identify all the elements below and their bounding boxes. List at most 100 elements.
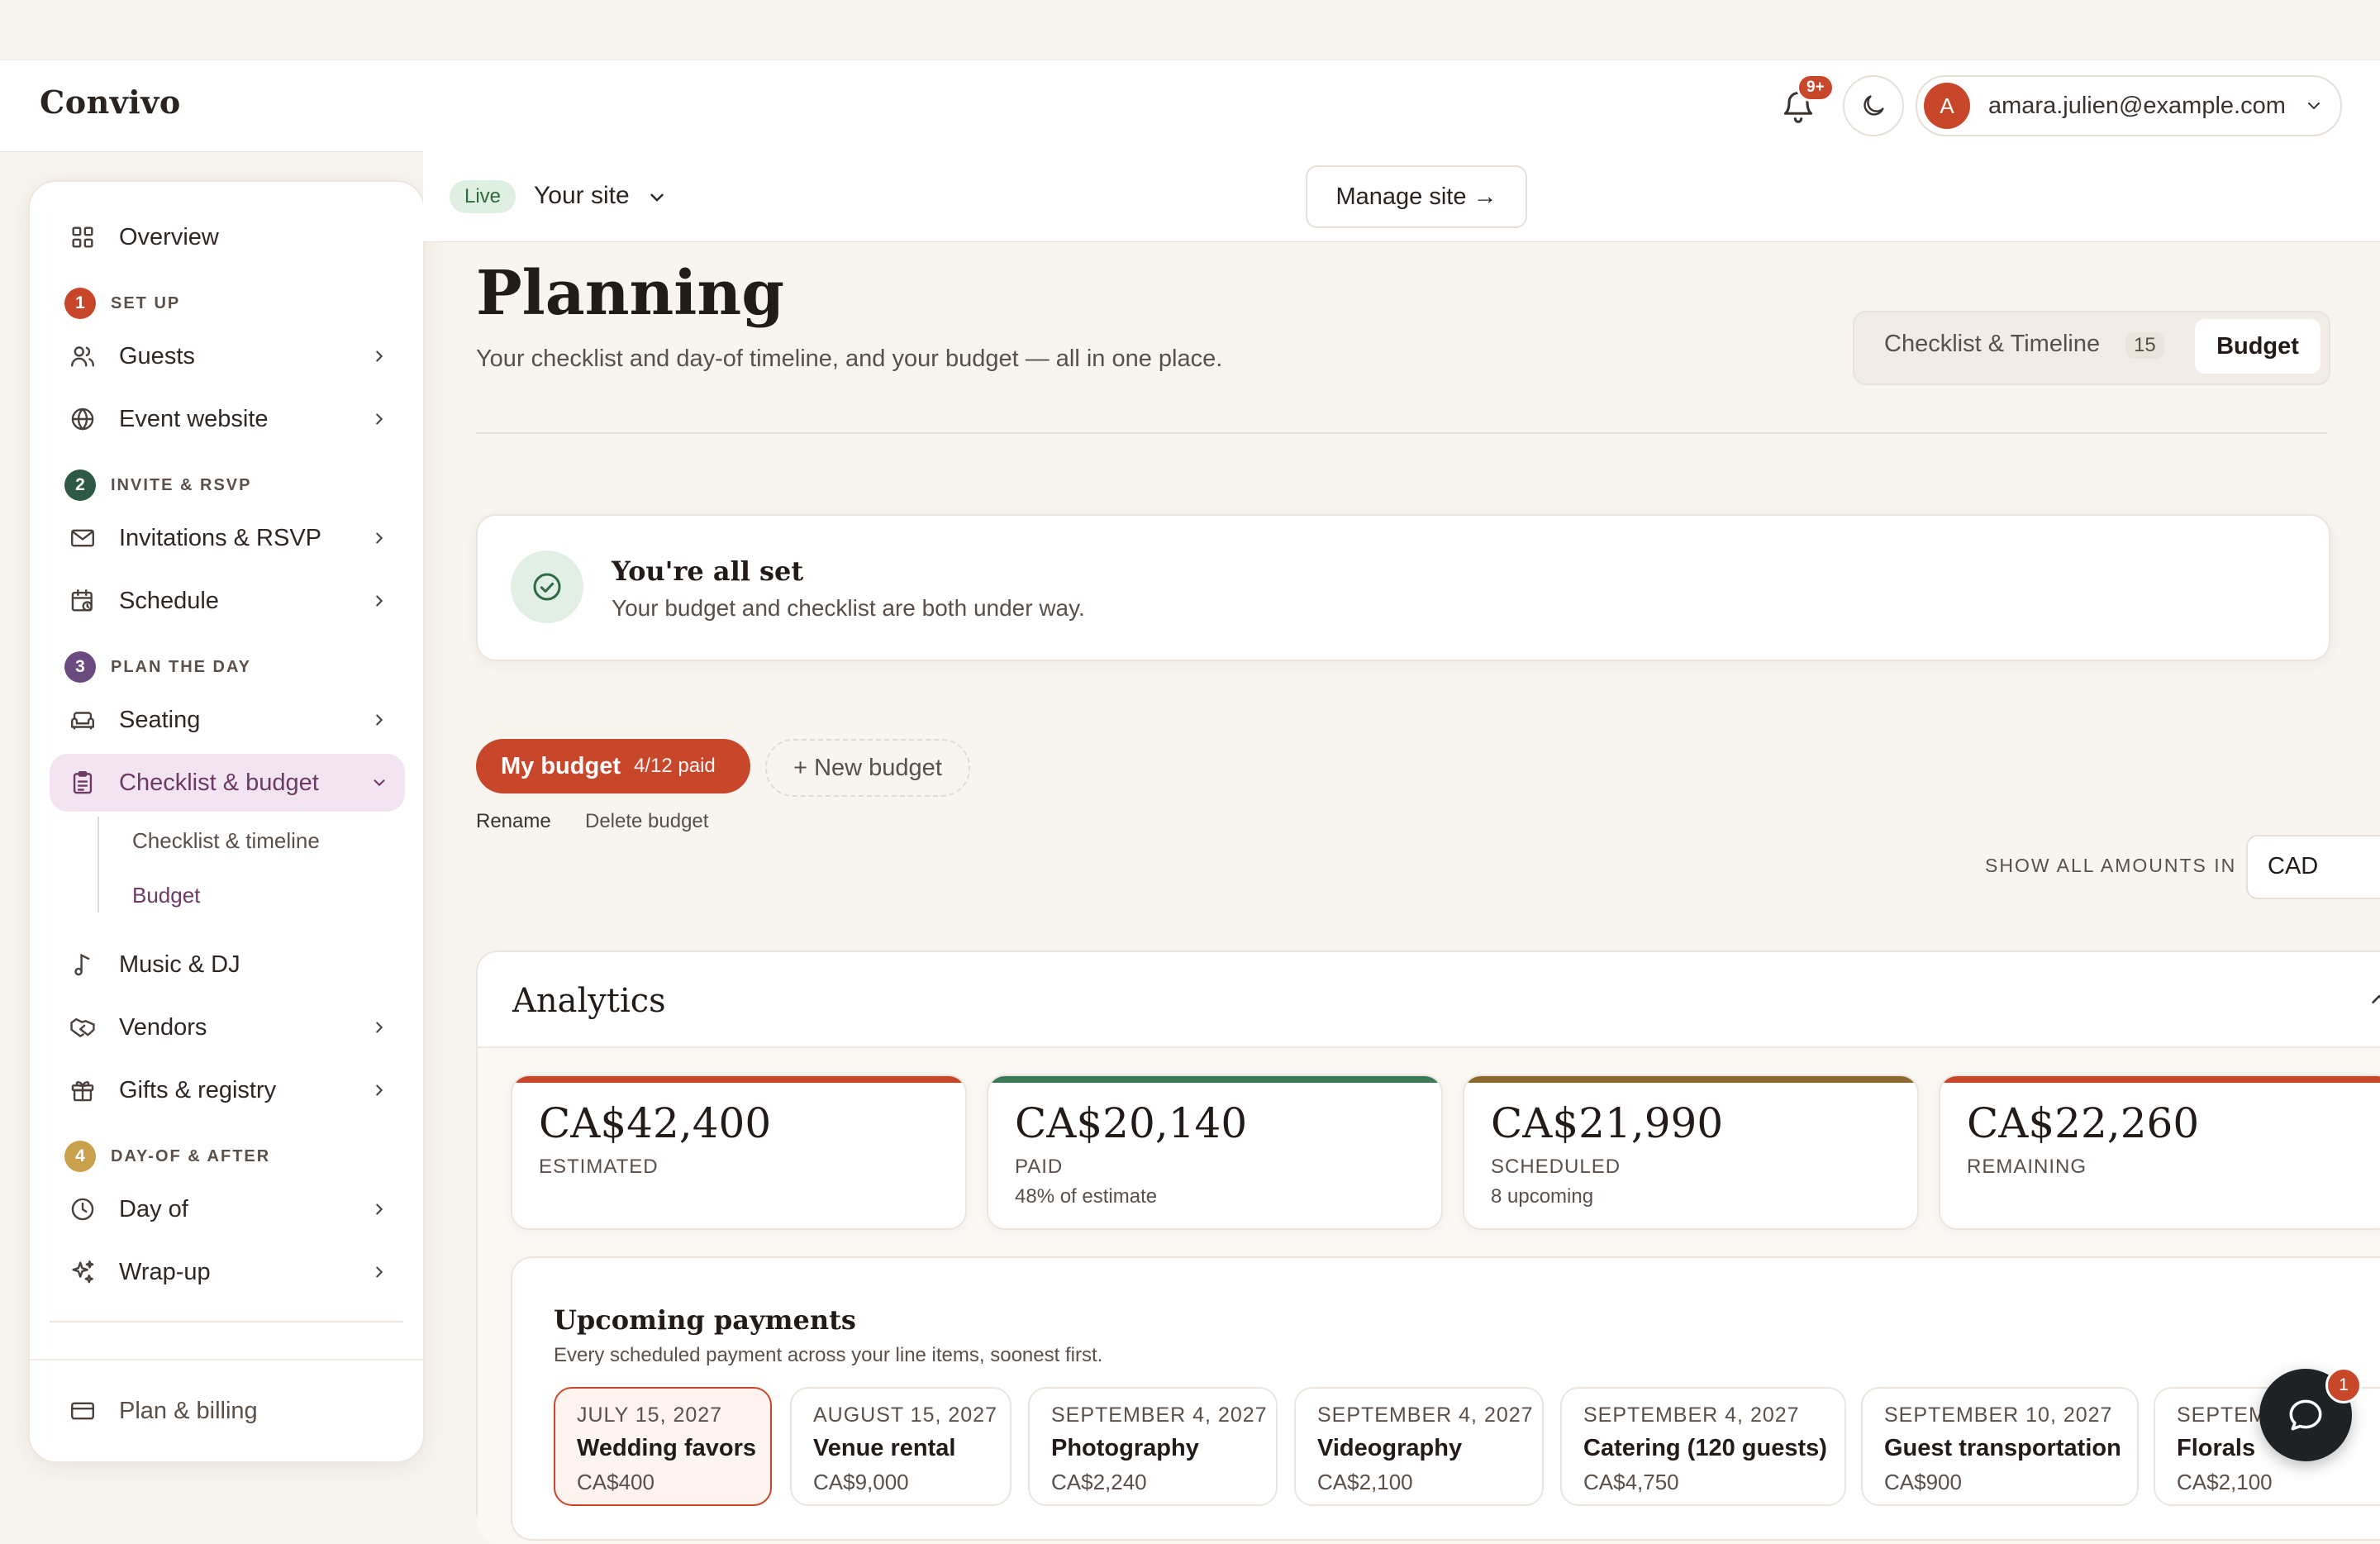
payment-card[interactable]: SEPTEMBER 10, 2027 Guest transportation … xyxy=(1861,1387,2139,1506)
manage-site-button[interactable]: Manage site → xyxy=(1306,165,1527,228)
sidebar-item-label: Guests xyxy=(119,342,195,369)
section-set-up: 1 SET UP xyxy=(64,288,180,319)
payment-date: SEPTEMBER 4, 2027 xyxy=(1051,1403,1268,1427)
submenu-rail xyxy=(98,817,99,913)
check-circle-icon xyxy=(511,550,583,623)
page-subtitle: Your checklist and day-of timeline, and … xyxy=(476,345,1223,372)
sidebar-item-label: Invitations & RSVP xyxy=(119,524,321,551)
chat-unread-badge: 1 xyxy=(2325,1367,2362,1403)
sidebar-subitem-checklist-timeline[interactable]: Checklist & timeline xyxy=(132,828,320,854)
section-plan-the-day: 3 PLAN THE DAY xyxy=(64,651,251,683)
budget-chip-label: My budget xyxy=(501,752,621,779)
budget-chip-my-budget[interactable]: My budget 4/12 paid xyxy=(476,739,750,793)
sidebar-item-label: Seating xyxy=(119,706,201,733)
payment-name: Guest transportation xyxy=(1884,1435,2121,1461)
sidebar-item-invitations[interactable]: Invitations & RSVP xyxy=(50,509,405,567)
payment-name: Florals xyxy=(2177,1435,2256,1461)
currency-label: SHOW ALL AMOUNTS IN xyxy=(1985,855,2237,876)
stat-card-paid: CA$20,140 PAID 48% of estimate xyxy=(987,1075,1443,1230)
sidebar-item-music[interactable]: Music & DJ xyxy=(50,936,405,994)
account-email: amara.julien@example.com xyxy=(1988,92,2286,119)
payment-date: SEPTEMBER 4, 2027 xyxy=(1583,1403,1800,1427)
sidebar-item-overview[interactable]: Overview xyxy=(50,208,405,266)
site-selector[interactable]: Your site xyxy=(534,182,630,210)
sidebar-item-plan-billing[interactable]: Plan & billing xyxy=(50,1382,405,1440)
new-budget-button[interactable]: + New budget xyxy=(765,739,970,797)
chevron-right-icon xyxy=(370,1263,388,1281)
globe-icon xyxy=(66,403,99,436)
chevron-right-icon xyxy=(370,1081,388,1099)
stat-value: CA$22,260 xyxy=(1967,1099,2200,1147)
payment-name: Catering (120 guests) xyxy=(1583,1435,1827,1461)
tab-count-badge: 15 xyxy=(2125,332,2164,359)
stat-value: CA$20,140 xyxy=(1015,1099,1248,1147)
sidebar-item-vendors[interactable]: Vendors xyxy=(50,998,405,1056)
chevron-down-icon xyxy=(370,774,388,792)
section-number: 1 xyxy=(64,288,96,319)
sidebar-item-label: Vendors xyxy=(119,1013,207,1041)
payment-amount: CA$9,000 xyxy=(813,1470,909,1494)
payment-date: SEPTEMBER 4, 2027 xyxy=(1317,1403,1534,1427)
stat-label: ESTIMATED xyxy=(539,1156,659,1178)
section-title: INVITE & RSVP xyxy=(111,475,252,494)
tab-checklist-timeline[interactable]: Checklist & Timeline xyxy=(1884,331,2100,358)
sidebar-item-label: Gifts & registry xyxy=(119,1076,277,1103)
planning-tabs: Checklist & Timeline 15 Budget xyxy=(1853,311,2330,385)
chevron-right-icon xyxy=(370,347,388,365)
delete-budget-link[interactable]: Delete budget xyxy=(585,810,708,833)
payment-card[interactable]: AUGUST 15, 2027 Venue rental CA$9,000 xyxy=(790,1387,1011,1506)
brand-logo[interactable]: Convivo xyxy=(40,83,181,121)
currency-select[interactable]: CAD xyxy=(2246,835,2380,899)
payment-date: SEPTEMBER 10, 2027 xyxy=(1884,1403,2113,1427)
upcoming-payments-subtitle: Every scheduled payment across your line… xyxy=(554,1344,1103,1366)
sidebar-item-label: Overview xyxy=(119,223,219,250)
payment-card[interactable]: SEPTEMBER 4, 2027 Catering (120 guests) … xyxy=(1560,1387,1846,1506)
sidebar-item-label: Day of xyxy=(119,1195,188,1222)
sparkles-icon xyxy=(66,1256,99,1289)
section-number: 3 xyxy=(64,651,96,683)
section-number: 4 xyxy=(64,1141,96,1172)
divider xyxy=(476,432,2327,434)
analytics-title: Analytics xyxy=(512,982,666,1020)
stat-note: 8 upcoming xyxy=(1491,1185,1594,1208)
payment-name: Venue rental xyxy=(813,1435,956,1461)
chevron-down-icon[interactable] xyxy=(646,187,668,208)
sidebar-item-seating[interactable]: Seating xyxy=(50,691,405,749)
theme-toggle-button[interactable] xyxy=(1843,75,1904,136)
handshake-icon xyxy=(66,1011,99,1044)
sidebar-item-wrap-up[interactable]: Wrap-up xyxy=(50,1243,405,1301)
stat-note: 48% of estimate xyxy=(1015,1185,1158,1208)
sidebar-item-schedule[interactable]: Schedule xyxy=(50,572,405,630)
section-title: DAY-OF & AFTER xyxy=(111,1146,271,1165)
stat-accent-bar xyxy=(512,1076,965,1083)
payment-card[interactable]: SEPTEMBER 4, 2027 Videography CA$2,100 xyxy=(1294,1387,1544,1506)
section-invite-rsvp: 2 INVITE & RSVP xyxy=(64,469,251,501)
moon-icon xyxy=(1859,92,1887,120)
tab-budget[interactable]: Budget xyxy=(2195,319,2320,374)
clock-icon xyxy=(66,1193,99,1226)
sidebar-item-label: Event website xyxy=(119,405,269,432)
payment-card[interactable]: JULY 15, 2027 Wedding favors CA$400 xyxy=(554,1387,772,1506)
sidebar-item-event-website[interactable]: Event website xyxy=(50,390,405,448)
all-set-text: Your budget and checklist are both under… xyxy=(612,595,1085,621)
mail-icon xyxy=(66,522,99,555)
budget-chip-paid: 4/12 paid xyxy=(634,755,716,777)
sidebar-item-day-of[interactable]: Day of xyxy=(50,1180,405,1238)
sidebar-item-gifts[interactable]: Gifts & registry xyxy=(50,1061,405,1119)
sidebar-subitem-budget[interactable]: Budget xyxy=(132,883,200,908)
sidebar-item-label: Wrap-up xyxy=(119,1258,211,1285)
rename-budget-link[interactable]: Rename xyxy=(476,810,551,833)
chevron-right-icon xyxy=(370,711,388,729)
upcoming-payments-title: Upcoming payments xyxy=(554,1304,856,1336)
chat-bubble-icon xyxy=(2285,1394,2326,1436)
payment-card[interactable]: SEPTEMBER 4, 2027 Photography CA$2,240 xyxy=(1028,1387,1278,1506)
account-menu-button[interactable]: A amara.julien@example.com xyxy=(1916,75,2342,136)
chevron-up-icon[interactable] xyxy=(2367,987,2380,1012)
stat-label: SCHEDULED xyxy=(1491,1156,1621,1178)
payment-name: Photography xyxy=(1051,1435,1199,1461)
sidebar-item-label: Plan & billing xyxy=(119,1397,258,1424)
sidebar-item-guests[interactable]: Guests xyxy=(50,327,405,385)
sidebar-item-checklist-budget[interactable]: Checklist & budget xyxy=(50,754,405,812)
calendar-clock-icon xyxy=(66,584,99,617)
stat-card-scheduled: CA$21,990 SCHEDULED 8 upcoming xyxy=(1463,1075,1919,1230)
